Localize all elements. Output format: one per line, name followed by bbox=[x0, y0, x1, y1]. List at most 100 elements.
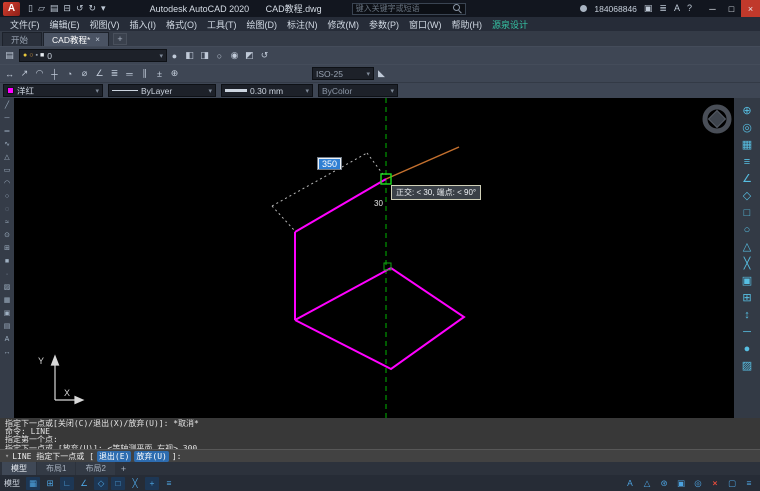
file-tab[interactable]: 开始 bbox=[2, 32, 42, 46]
dynamic-dim-input[interactable]: 350 bbox=[317, 157, 342, 170]
rt-dot-icon[interactable]: ● bbox=[744, 344, 751, 355]
command-option-undo[interactable]: 放弃(U) bbox=[134, 451, 168, 462]
search-input[interactable] bbox=[356, 4, 450, 13]
layer-properties-icon[interactable]: ▤ bbox=[2, 49, 17, 63]
restore-button[interactable]: □ bbox=[722, 0, 741, 17]
rt-vertical-icon[interactable]: ↕ bbox=[744, 310, 750, 321]
rt-region-icon[interactable]: ▣ bbox=[742, 276, 752, 287]
qat-dropdown-icon[interactable]: ▾ bbox=[101, 3, 106, 14]
make-current-layer-icon[interactable]: ◉ bbox=[227, 49, 242, 63]
layer-previous-icon[interactable]: ↺ bbox=[257, 49, 272, 63]
dimension-tool-icon[interactable]: ↔ bbox=[4, 349, 11, 356]
layer-match-icon[interactable]: ◩ bbox=[242, 49, 257, 63]
customize-icon[interactable]: ≡ bbox=[742, 477, 756, 490]
layer-freeze-tool-icon[interactable]: ○ bbox=[212, 49, 227, 63]
menu-item[interactable]: 工具(T) bbox=[202, 18, 242, 31]
line-tool-icon[interactable]: ╱ bbox=[5, 102, 9, 109]
continue-dim-icon[interactable]: ∥ bbox=[137, 67, 152, 81]
command-options-icon[interactable]: ▾ bbox=[5, 452, 9, 460]
spline-tool-icon[interactable]: ≈ bbox=[5, 219, 9, 226]
tab-close-icon[interactable]: × bbox=[95, 35, 100, 44]
rt-line-icon[interactable]: ─ bbox=[743, 327, 751, 338]
lineweight-display-icon[interactable]: ≡ bbox=[162, 477, 176, 490]
rt-triangle-icon[interactable]: △ bbox=[743, 242, 751, 253]
user-id[interactable]: 184068846 bbox=[594, 4, 637, 14]
layer-dropdown[interactable]: ●○▪■ 0 ▾ bbox=[19, 49, 167, 62]
autodesk-account-icon[interactable]: A bbox=[674, 3, 680, 14]
iso-base-face[interactable] bbox=[295, 268, 464, 369]
graphics-performance-icon[interactable]: ◎ bbox=[691, 477, 705, 490]
menu-item[interactable]: 窗口(W) bbox=[404, 18, 447, 31]
qat-save-icon[interactable]: ▤ bbox=[50, 3, 59, 14]
rt-grid-icon[interactable]: ▦ bbox=[742, 140, 752, 151]
hatch-tool-icon[interactable]: ▨ bbox=[4, 284, 11, 291]
dim-style-dropdown[interactable]: ISO-25 ▾ bbox=[312, 67, 374, 80]
search-icon[interactable] bbox=[453, 4, 462, 13]
ordinate-dim-icon[interactable]: ┼ bbox=[47, 67, 62, 81]
color-dropdown[interactable]: 洋红 ▾ bbox=[3, 84, 103, 97]
help-icon[interactable]: ? bbox=[687, 3, 692, 14]
menu-item[interactable]: 修改(M) bbox=[323, 18, 365, 31]
arc-tool-icon[interactable]: ◠ bbox=[4, 180, 10, 187]
new-layout-button[interactable]: + bbox=[116, 462, 131, 475]
annotation-visibility-icon[interactable]: A bbox=[623, 477, 637, 490]
rt-list-icon[interactable]: ≡ bbox=[744, 157, 750, 168]
region-tool-icon[interactable]: ▣ bbox=[4, 310, 11, 317]
tolerance-icon[interactable]: ± bbox=[152, 67, 167, 81]
command-option-exit[interactable]: 退出(E) bbox=[97, 451, 131, 462]
polyline-tool-icon[interactable]: ∿ bbox=[4, 141, 10, 148]
rectangle-tool-icon[interactable]: ▭ bbox=[4, 167, 11, 174]
dim-input-value[interactable]: 350 bbox=[319, 159, 340, 169]
menu-item[interactable]: 编辑(E) bbox=[45, 18, 85, 31]
drawing-canvas[interactable]: Y X 350 30 正交: < 30, 端点: < 90° bbox=[14, 98, 734, 418]
layout-tab[interactable]: 模型 bbox=[2, 462, 36, 475]
menu-item[interactable]: 源泉设计 bbox=[487, 18, 533, 31]
menu-item[interactable]: 参数(P) bbox=[364, 18, 404, 31]
polygon-tool-icon[interactable]: △ bbox=[4, 154, 9, 161]
diameter-dim-icon[interactable]: ⌀ bbox=[77, 67, 92, 81]
insert-block-icon[interactable]: ⊞ bbox=[4, 245, 10, 252]
menu-item[interactable]: 文件(F) bbox=[5, 18, 45, 31]
baseline-dim-icon[interactable]: ═ bbox=[122, 67, 137, 81]
close-button[interactable]: × bbox=[741, 0, 760, 17]
dim-style-manager-icon[interactable]: ◣ bbox=[374, 67, 389, 81]
otrack-icon[interactable]: ╳ bbox=[128, 477, 142, 490]
osnap-icon[interactable]: □ bbox=[111, 477, 125, 490]
grid-icon[interactable]: ▦ bbox=[26, 477, 40, 490]
layer-off-icon[interactable]: ● bbox=[167, 49, 182, 63]
rt-target-icon[interactable]: ◎ bbox=[742, 123, 752, 134]
table-tool-icon[interactable]: ▤ bbox=[4, 323, 11, 330]
mline-tool-icon[interactable]: ═ bbox=[5, 128, 10, 135]
model-space-label[interactable]: 模型 bbox=[4, 478, 20, 489]
menu-item[interactable]: 视图(V) bbox=[85, 18, 125, 31]
new-tab-button[interactable]: + bbox=[113, 33, 127, 45]
rt-diamond-icon[interactable]: ◇ bbox=[743, 191, 751, 202]
command-input[interactable]: ▾ LINE 指定下一点或 [ 退出(E) 放弃(U) ]: bbox=[0, 449, 760, 462]
menu-item[interactable]: 格式(O) bbox=[161, 18, 202, 31]
iso-top-edge[interactable] bbox=[295, 179, 386, 232]
cart-icon[interactable]: ▣ bbox=[644, 3, 653, 14]
snap-icon[interactable]: ⊞ bbox=[43, 477, 57, 490]
gradient-tool-icon[interactable]: ▦ bbox=[4, 297, 11, 304]
menu-item[interactable]: 插入(I) bbox=[125, 18, 162, 31]
menu-item[interactable]: 绘图(D) bbox=[242, 18, 283, 31]
mtext-tool-icon[interactable]: A bbox=[5, 336, 10, 343]
aligned-dim-icon[interactable]: ↗ bbox=[17, 67, 32, 81]
plotstyle-dropdown[interactable]: ByColor ▾ bbox=[318, 84, 398, 97]
ellipse-tool-icon[interactable]: ⊙ bbox=[4, 232, 10, 239]
viewcube-icon[interactable] bbox=[705, 107, 729, 131]
rt-circle-icon[interactable]: ○ bbox=[744, 225, 751, 236]
angular-dim-icon[interactable]: ∠ bbox=[92, 67, 107, 81]
layout-tab[interactable]: 布局1 bbox=[37, 462, 75, 475]
ortho-icon[interactable]: ∟ bbox=[60, 477, 74, 490]
qat-plot-icon[interactable]: ⊟ bbox=[63, 3, 71, 14]
point-tool-icon[interactable]: · bbox=[6, 271, 8, 278]
qat-redo-icon[interactable]: ↻ bbox=[88, 3, 96, 14]
dynamic-input-icon[interactable]: + bbox=[145, 477, 159, 490]
make-block-icon[interactable]: ■ bbox=[5, 258, 9, 265]
file-tab[interactable]: CAD教程* × bbox=[43, 32, 109, 46]
rt-cross-icon[interactable]: ╳ bbox=[744, 259, 751, 270]
layer-unisolate-icon[interactable]: ◨ bbox=[197, 49, 212, 63]
rt-block-icon[interactable]: ⊞ bbox=[742, 293, 751, 304]
clean-screen-icon[interactable]: ▢ bbox=[725, 477, 739, 490]
